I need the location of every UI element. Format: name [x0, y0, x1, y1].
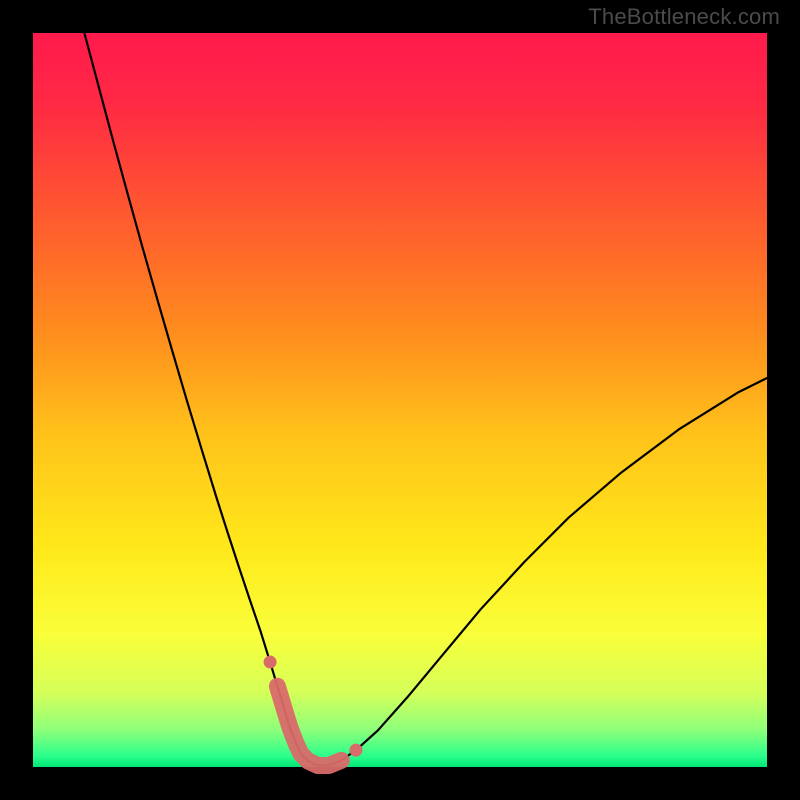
- chart-stage: TheBottleneck.com: [0, 0, 800, 800]
- highlight-end-dot: [264, 656, 277, 669]
- watermark-text: TheBottleneck.com: [588, 4, 780, 30]
- chart-svg: [0, 0, 800, 800]
- highlight-end-dot: [349, 744, 362, 757]
- plot-gradient: [33, 33, 767, 767]
